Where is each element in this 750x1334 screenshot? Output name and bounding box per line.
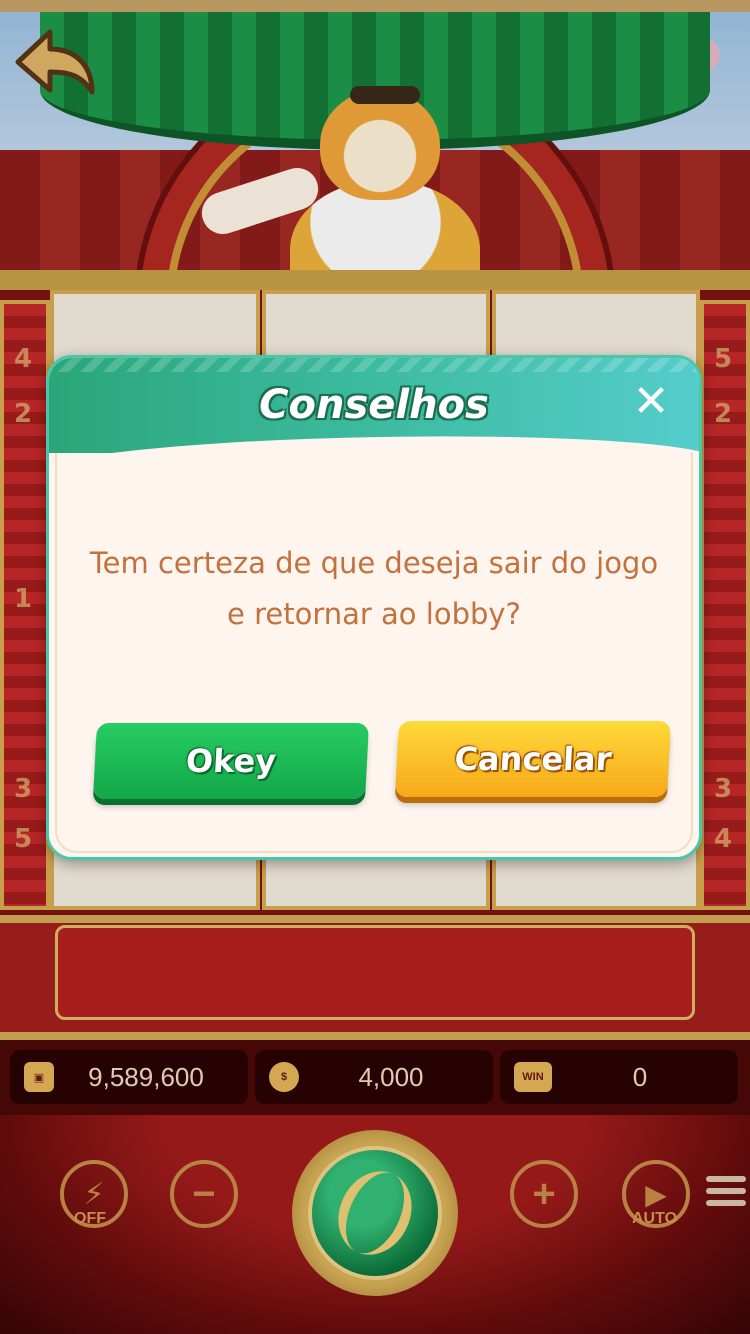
dialog-message: Tem certeza de que deseja sair do jogo e…: [79, 538, 669, 640]
dialog-message-line-1: Tem certeza de que deseja sair do jogo: [89, 546, 659, 580]
close-icon[interactable]: ✕: [631, 380, 671, 424]
dialog-title: Conselhos: [259, 382, 489, 428]
header-pattern: [49, 358, 699, 372]
cancel-button[interactable]: Cancelar: [395, 721, 671, 797]
dialog-message-line-2: e retornar ao lobby?: [227, 597, 521, 631]
exit-confirmation-dialog: Conselhos ✕ Tem certeza de que deseja sa…: [46, 355, 702, 860]
okey-button[interactable]: Okey: [93, 723, 369, 799]
